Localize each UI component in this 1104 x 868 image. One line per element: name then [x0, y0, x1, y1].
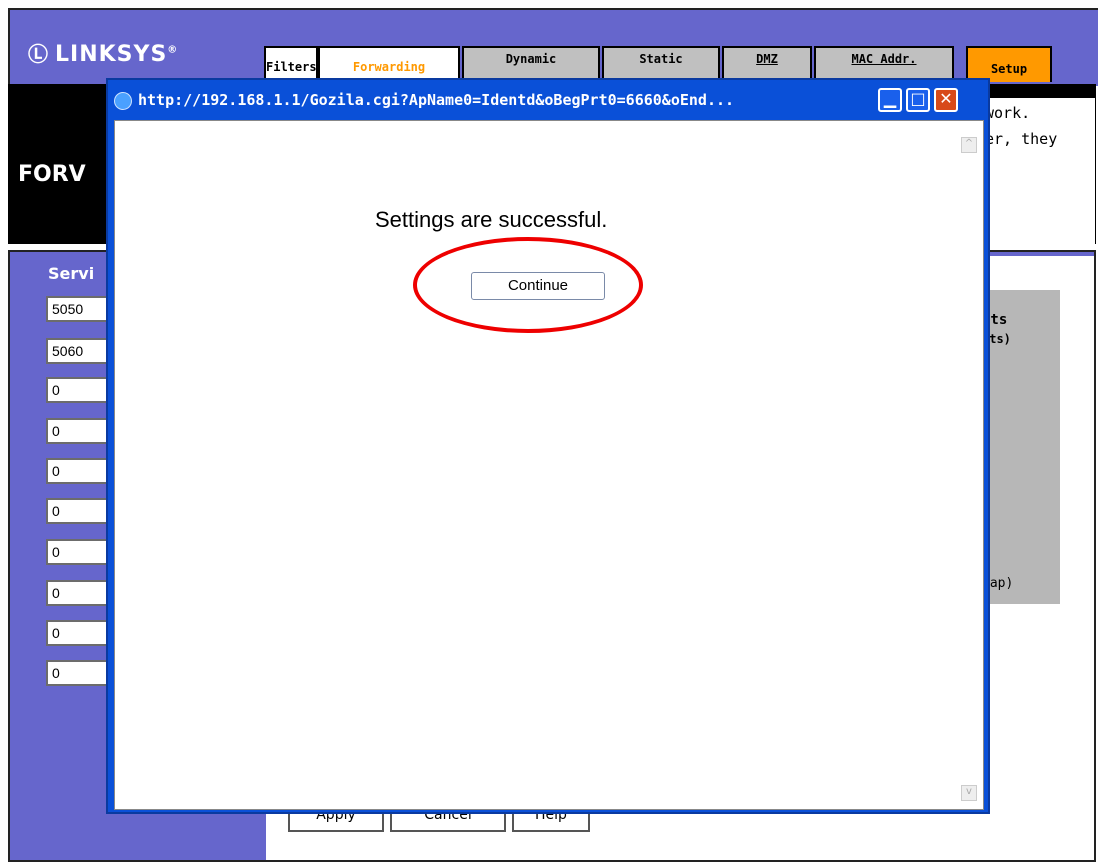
apply-button[interactable]: Apply	[288, 812, 384, 832]
close-icon: ✕	[939, 89, 953, 108]
popup-title-text: http://192.168.1.1/Gozila.cgi?ApName0=Id…	[138, 91, 735, 109]
maximize-icon: □	[910, 89, 926, 108]
tab-forwarding-label: Forwarding	[352, 60, 426, 74]
service-port-field[interactable]: 0	[46, 539, 106, 565]
description-line: work.	[985, 104, 1031, 122]
tab-setup[interactable]: Setup	[966, 46, 1052, 82]
popup-titlebar[interactable]: http://192.168.1.1/Gozila.cgi?ApName0=Id…	[114, 84, 874, 116]
linksys-logo-icon: Ⓛ	[28, 42, 49, 66]
scroll-down-arrow-icon[interactable]: v	[961, 785, 977, 801]
section-title: FORV	[18, 162, 86, 187]
description-line: er, they	[985, 130, 1058, 148]
close-button[interactable]: ✕	[934, 88, 958, 112]
minimize-icon: ▁	[883, 89, 897, 108]
tab-forwarding[interactable]: Forwarding	[318, 46, 460, 82]
help-button[interactable]: Help	[512, 812, 590, 832]
service-port-field[interactable]: 0	[46, 458, 106, 484]
success-message: Settings are successful.	[375, 207, 608, 232]
tab-mac-addr-label: MAC Addr.	[851, 52, 917, 66]
service-port-field[interactable]: 0	[46, 660, 106, 686]
internet-explorer-icon	[114, 91, 132, 110]
brand-name: LINKSYS	[55, 42, 168, 67]
linksys-logo: Ⓛ LINKSYS®	[28, 38, 178, 67]
scroll-up-arrow-icon[interactable]: ^	[961, 137, 977, 153]
service-column-label: Servi	[48, 264, 95, 283]
maximize-button[interactable]: □	[906, 88, 930, 112]
popup-window: http://192.168.1.1/Gozila.cgi?ApName0=Id…	[106, 78, 990, 814]
tab-filters[interactable]: Filters	[264, 46, 318, 82]
tab-setup-label: Setup	[990, 62, 1028, 76]
tab-mac-addr[interactable]: MAC Addr.	[814, 46, 954, 82]
tab-static-label: Static	[639, 52, 683, 66]
tab-filters-label: Filters	[266, 60, 317, 74]
service-port-field[interactable]: 0	[46, 418, 106, 444]
tab-dmz[interactable]: DMZ	[722, 46, 812, 82]
tab-dmz-label: DMZ	[756, 52, 778, 66]
popup-content: ^ Settings are successful. Continue v	[114, 120, 984, 810]
tab-dynamic[interactable]: Dynamic	[462, 46, 600, 82]
service-port-field[interactable]: 0	[46, 620, 106, 646]
tab-dynamic-label: Dynamic	[505, 52, 557, 66]
service-port-field[interactable]: 0	[46, 580, 106, 606]
service-port-field[interactable]: 0	[46, 377, 106, 403]
service-port-field[interactable]: 5060	[46, 338, 106, 364]
cancel-button[interactable]: Cancel	[390, 812, 506, 832]
service-port-field[interactable]: 5050	[46, 296, 106, 322]
brand-suffix: ®	[167, 44, 179, 56]
service-port-field[interactable]: 0	[46, 498, 106, 524]
tab-static[interactable]: Static	[602, 46, 720, 82]
minimize-button[interactable]: ▁	[878, 88, 902, 112]
continue-button[interactable]: Continue	[471, 272, 605, 300]
